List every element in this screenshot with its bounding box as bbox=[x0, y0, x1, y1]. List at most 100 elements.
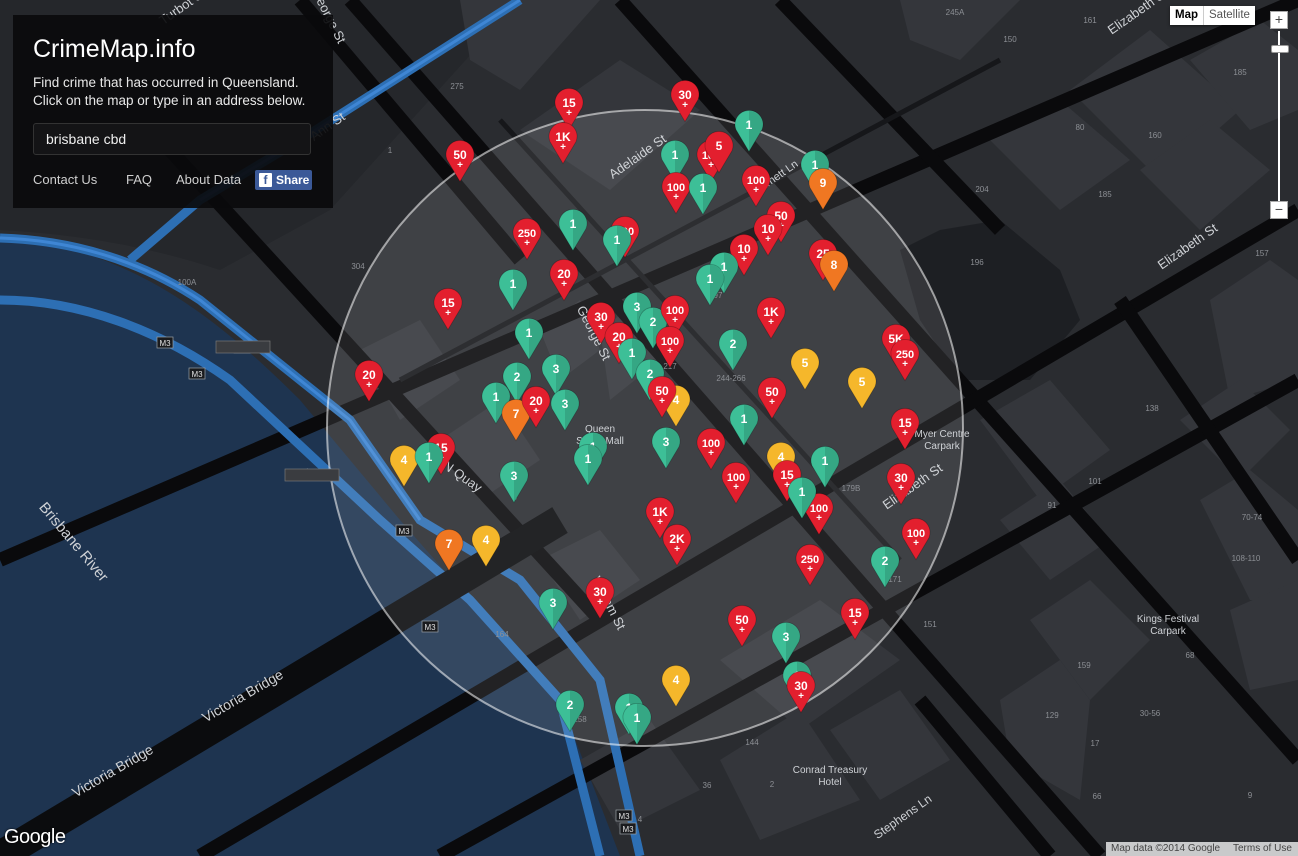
plus-icon: + bbox=[852, 618, 858, 629]
plus-icon: + bbox=[457, 160, 463, 171]
facebook-share-button[interactable]: f Share bbox=[255, 170, 312, 190]
description-line-1: Find crime that has occurred in Queensla… bbox=[33, 75, 299, 90]
crime-count-label: 3 bbox=[634, 300, 641, 314]
building-number: 138 bbox=[1145, 404, 1159, 413]
plus-icon: + bbox=[366, 380, 372, 391]
plus-icon: + bbox=[657, 517, 663, 528]
road-shield-label: M3 bbox=[398, 527, 410, 536]
plus-icon: + bbox=[816, 513, 822, 524]
building-number: 159 bbox=[1077, 661, 1091, 670]
crime-count-label: 5 bbox=[802, 356, 809, 370]
building-number: 150 bbox=[1003, 35, 1017, 44]
crime-count-label: 1 bbox=[634, 711, 641, 725]
building-number: 157 bbox=[1255, 249, 1269, 258]
plus-icon: + bbox=[659, 396, 665, 407]
crime-count-label: 1 bbox=[426, 450, 433, 464]
crime-count-label: 3 bbox=[553, 362, 560, 376]
plus-icon: + bbox=[667, 346, 673, 357]
crime-count-label: 3 bbox=[783, 630, 790, 644]
crime-count-label: 4 bbox=[483, 533, 490, 547]
crime-count-label: 8 bbox=[831, 258, 838, 272]
zoom-out-button[interactable]: − bbox=[1270, 201, 1288, 219]
facebook-icon: f bbox=[259, 173, 272, 187]
crime-count-label: 4 bbox=[673, 673, 680, 687]
plus-icon: + bbox=[769, 397, 775, 408]
zoom-control: + − bbox=[1270, 11, 1290, 221]
plus-icon: + bbox=[533, 406, 539, 417]
plus-icon: + bbox=[674, 544, 680, 555]
map-type-map-button[interactable]: Map bbox=[1170, 6, 1203, 25]
search-radius-circle bbox=[326, 109, 964, 747]
plus-icon: + bbox=[733, 482, 739, 493]
plus-icon: + bbox=[807, 564, 813, 575]
map-type-control: Map Satellite bbox=[1170, 6, 1255, 25]
crime-count-label: 3 bbox=[562, 397, 569, 411]
building-number: 9 bbox=[1248, 791, 1253, 800]
building-number: 161 bbox=[1083, 16, 1097, 25]
zoom-slider-handle[interactable] bbox=[1271, 45, 1289, 53]
crime-count-label: 1 bbox=[493, 390, 500, 404]
plus-icon: + bbox=[445, 308, 451, 319]
crime-count-label: 1 bbox=[799, 485, 806, 499]
plus-icon: + bbox=[768, 317, 774, 328]
address-search-input[interactable] bbox=[33, 123, 311, 155]
building-number: 275 bbox=[450, 82, 464, 91]
crime-count-label: 1 bbox=[746, 118, 753, 132]
crime-count-label: 2 bbox=[882, 554, 889, 568]
plus-icon: + bbox=[898, 483, 904, 494]
plus-icon: + bbox=[560, 142, 566, 153]
building-number: 70-74 bbox=[1242, 513, 1263, 522]
plus-icon: + bbox=[566, 108, 572, 119]
building-number: 196 bbox=[970, 258, 984, 267]
map-type-satellite-button[interactable]: Satellite bbox=[1203, 6, 1255, 25]
building-number: 245A bbox=[946, 8, 965, 17]
terms-of-use-link[interactable]: Terms of Use bbox=[1228, 842, 1298, 856]
building-number: 30-56 bbox=[1140, 709, 1161, 718]
app-description: Find crime that has occurred in Queensla… bbox=[33, 74, 323, 110]
crime-count-label: 7 bbox=[446, 537, 453, 551]
crime-count-label: 3 bbox=[511, 469, 518, 483]
plus-icon: + bbox=[798, 691, 804, 702]
plus-icon: + bbox=[672, 315, 678, 326]
faq-link[interactable]: FAQ bbox=[126, 172, 152, 187]
contact-us-link[interactable]: Contact Us bbox=[33, 172, 97, 187]
crime-count-label: 9 bbox=[820, 176, 827, 190]
building-number: 80 bbox=[1076, 123, 1085, 132]
crime-count-label: 2 bbox=[514, 370, 521, 384]
plus-icon: + bbox=[739, 625, 745, 636]
road-shield-label: M3 bbox=[622, 825, 634, 834]
crime-count-label: 1 bbox=[700, 181, 707, 195]
building-number: 68 bbox=[1186, 651, 1195, 660]
google-logo[interactable]: Google bbox=[4, 826, 66, 849]
building-number: 144 bbox=[745, 738, 759, 747]
crime-count-label: 2 bbox=[647, 367, 654, 381]
plus-icon: + bbox=[524, 238, 530, 249]
crime-count-label: 1 bbox=[510, 277, 517, 291]
road-shield-label: M3 bbox=[618, 812, 630, 821]
building-number: 304 bbox=[351, 262, 365, 271]
crime-count-label: 7 bbox=[513, 407, 520, 421]
plus-icon: + bbox=[597, 597, 603, 608]
plus-icon: + bbox=[765, 234, 771, 245]
crime-count-label: 3 bbox=[550, 596, 557, 610]
plus-icon: + bbox=[673, 192, 679, 203]
crime-count-label: 1 bbox=[585, 452, 592, 466]
plus-icon: + bbox=[708, 448, 714, 459]
zoom-slider-track[interactable] bbox=[1278, 31, 1280, 203]
plus-icon: + bbox=[913, 538, 919, 549]
building-number: 66 bbox=[1093, 792, 1102, 801]
building-number: 108-110 bbox=[1232, 554, 1261, 563]
crime-count-label: 1 bbox=[822, 454, 829, 468]
building-number: 151 bbox=[923, 620, 937, 629]
street-sign-box bbox=[284, 468, 340, 482]
crime-count-label: 1 bbox=[707, 272, 714, 286]
zoom-in-button[interactable]: + bbox=[1270, 11, 1288, 29]
road-shield-label: M3 bbox=[159, 339, 171, 348]
building-number: 101 bbox=[1088, 477, 1102, 486]
building-number: 244-266 bbox=[716, 374, 746, 383]
crime-count-label: 1 bbox=[629, 346, 636, 360]
crime-count-label: 3 bbox=[663, 435, 670, 449]
about-data-link[interactable]: About Data bbox=[176, 172, 241, 187]
building-number: 4 bbox=[638, 815, 643, 824]
building-number: 160 bbox=[1148, 131, 1162, 140]
